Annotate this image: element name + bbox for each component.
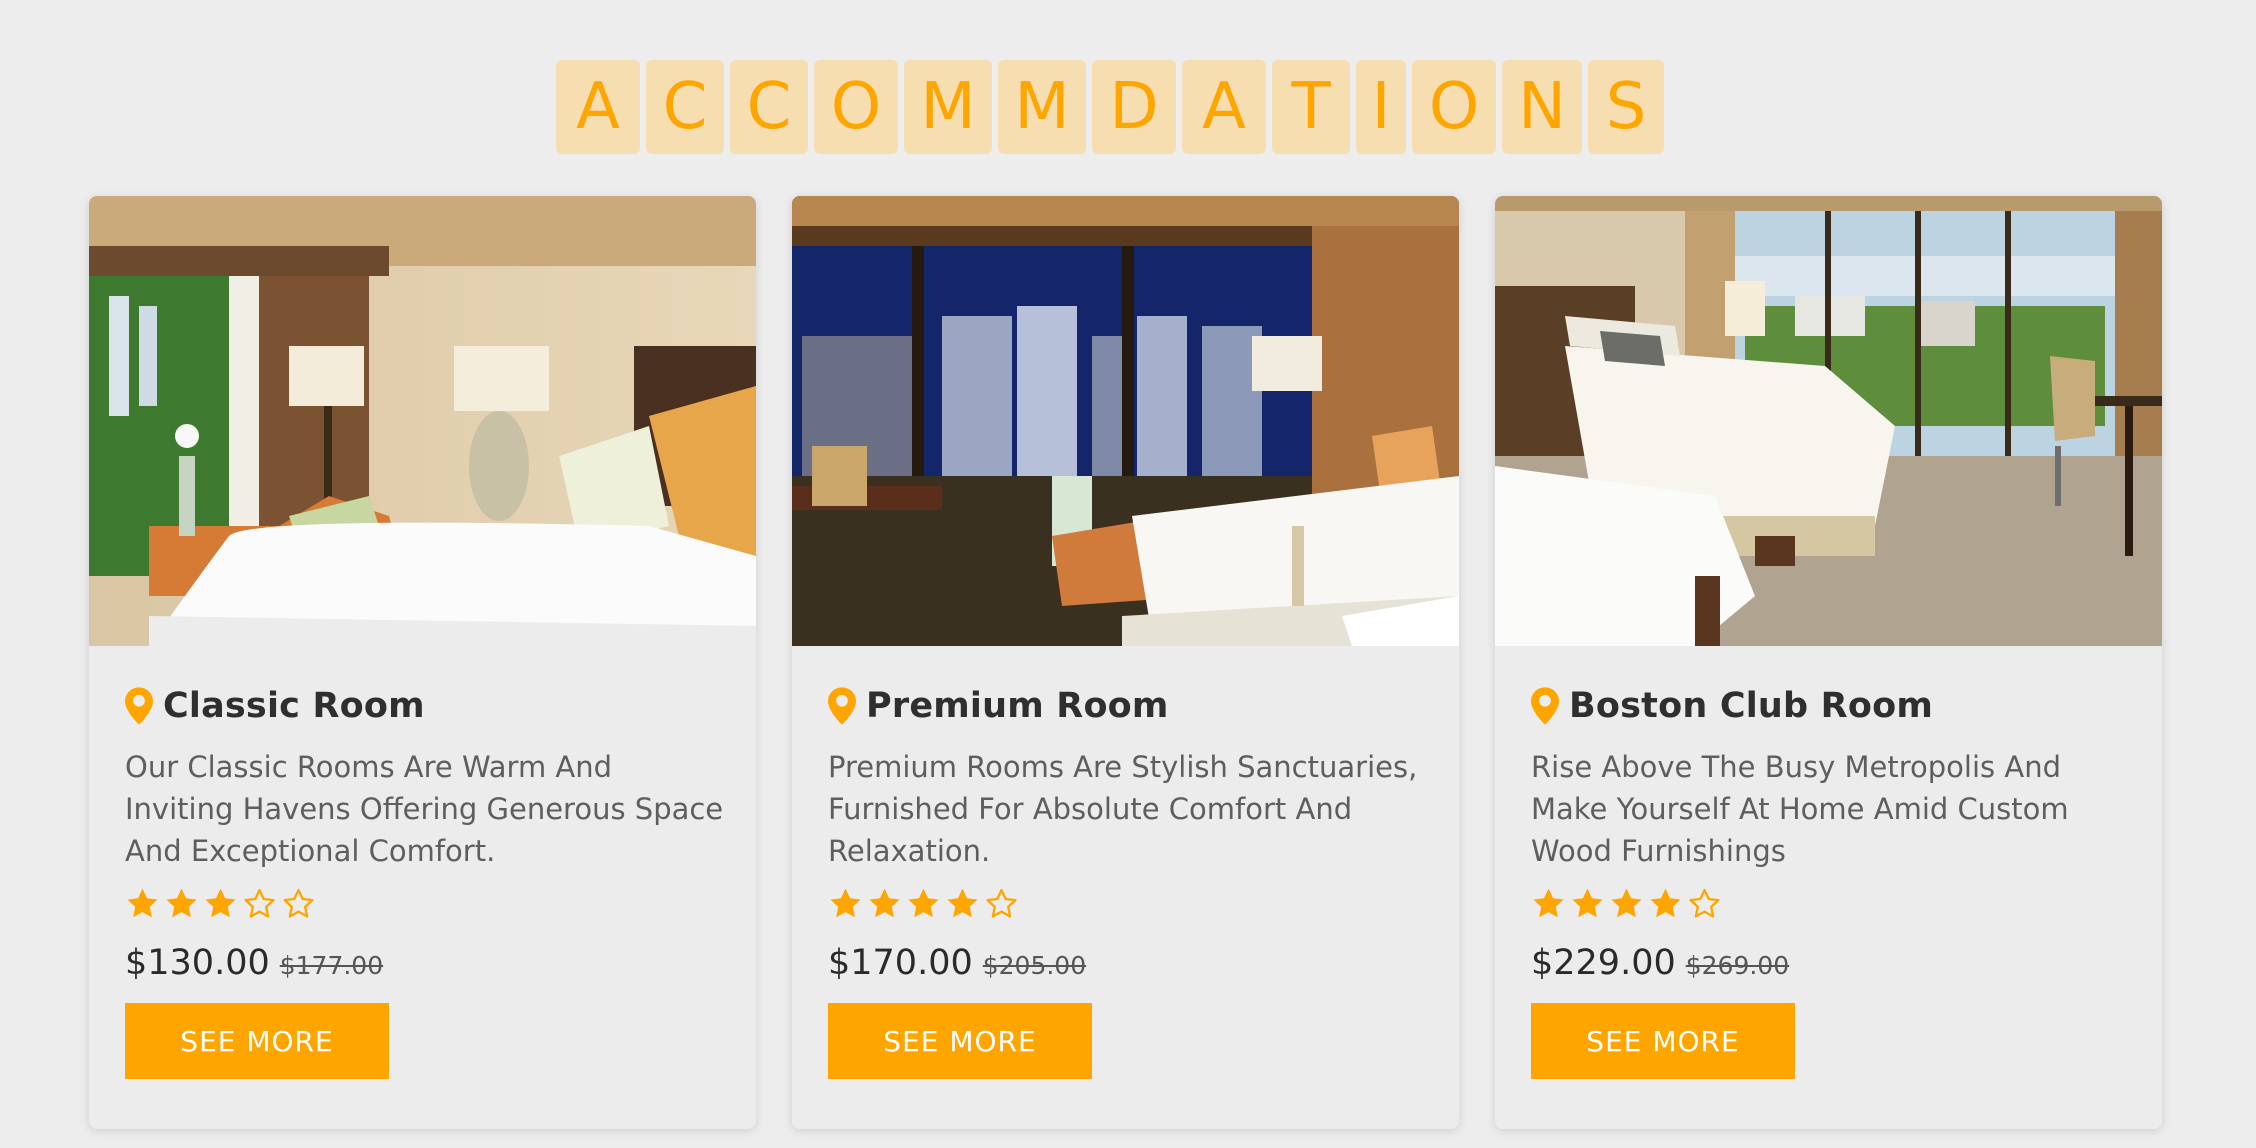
- accommodations-heading: A C C O M M D A T I O N S: [556, 60, 1664, 154]
- star-filled-icon: [1650, 888, 1681, 918]
- see-more-button[interactable]: SEE MORE: [828, 1003, 1092, 1079]
- star-filled-icon: [1611, 888, 1642, 918]
- star-filled-icon: [947, 888, 978, 918]
- room-description: Our Classic Rooms Are Warm And Inviting …: [125, 750, 724, 868]
- title-row: Premium Room: [828, 686, 1429, 726]
- heading-letter: C: [730, 60, 808, 154]
- original-price: $269.00: [1685, 951, 1790, 980]
- room-photo: [792, 196, 1459, 646]
- room-title: Classic Room: [163, 686, 425, 726]
- heading-letter: N: [1502, 60, 1582, 154]
- title-row: Classic Room: [125, 686, 726, 726]
- title-row: Boston Club Room: [1531, 686, 2132, 726]
- card-body: Classic Room Our Classic Rooms Are Warm …: [125, 646, 726, 1079]
- price-row: $170.00 $205.00: [828, 943, 1429, 983]
- card-body: Premium Room Premium Rooms Are Stylish S…: [828, 646, 1429, 1079]
- room-title: Boston Club Room: [1569, 686, 1933, 726]
- heading-letter: S: [1588, 60, 1664, 154]
- current-price: $130.00: [125, 943, 270, 983]
- star-empty-icon: [986, 888, 1017, 918]
- star-filled-icon: [908, 888, 939, 918]
- heading-letter: O: [814, 60, 898, 154]
- price-row: $229.00 $269.00: [1531, 943, 2132, 983]
- room-description: Rise Above The Busy Metropolis And Make …: [1531, 750, 2069, 868]
- star-filled-icon: [869, 888, 900, 918]
- star-rating: [828, 886, 1429, 921]
- room-description: Premium Rooms Are Stylish Sanctuaries, F…: [828, 750, 1418, 868]
- heading-letter: I: [1356, 60, 1406, 154]
- heading-letter: C: [646, 60, 724, 154]
- star-rating: [1531, 886, 2132, 921]
- location-pin-icon: [125, 687, 153, 725]
- heading-letter: A: [1182, 60, 1266, 154]
- star-empty-icon: [283, 888, 314, 918]
- star-filled-icon: [166, 888, 197, 918]
- see-more-button[interactable]: SEE MORE: [1531, 1003, 1795, 1079]
- star-filled-icon: [205, 888, 236, 918]
- star-filled-icon: [1572, 888, 1603, 918]
- heading-letter: D: [1092, 60, 1176, 154]
- star-empty-icon: [1689, 888, 1720, 918]
- heading-letter: O: [1412, 60, 1496, 154]
- heading-letter: T: [1272, 60, 1350, 154]
- room-card-list: Classic Room Our Classic Rooms Are Warm …: [89, 196, 2162, 1129]
- location-pin-icon: [828, 687, 856, 725]
- room-card: Premium Room Premium Rooms Are Stylish S…: [792, 196, 1459, 1129]
- heading-letter: M: [904, 60, 992, 154]
- current-price: $229.00: [1531, 943, 1676, 983]
- star-empty-icon: [244, 888, 275, 918]
- see-more-button[interactable]: SEE MORE: [125, 1003, 389, 1079]
- card-body: Boston Club Room Rise Above The Busy Met…: [1531, 646, 2132, 1079]
- star-filled-icon: [1533, 888, 1564, 918]
- room-title: Premium Room: [866, 686, 1169, 726]
- price-row: $130.00 $177.00: [125, 943, 726, 983]
- star-filled-icon: [830, 888, 861, 918]
- room-card: Boston Club Room Rise Above The Busy Met…: [1495, 196, 2162, 1129]
- heading-letter: M: [998, 60, 1086, 154]
- heading-letter: A: [556, 60, 640, 154]
- current-price: $170.00: [828, 943, 973, 983]
- accommodations-page: A C C O M M D A T I O N S Classic Room O…: [0, 0, 2256, 1148]
- original-price: $177.00: [279, 951, 384, 980]
- location-pin-icon: [1531, 687, 1559, 725]
- room-photo: [89, 196, 756, 646]
- original-price: $205.00: [982, 951, 1087, 980]
- star-rating: [125, 886, 726, 921]
- star-filled-icon: [127, 888, 158, 918]
- room-card: Classic Room Our Classic Rooms Are Warm …: [89, 196, 756, 1129]
- room-photo: [1495, 196, 2162, 646]
